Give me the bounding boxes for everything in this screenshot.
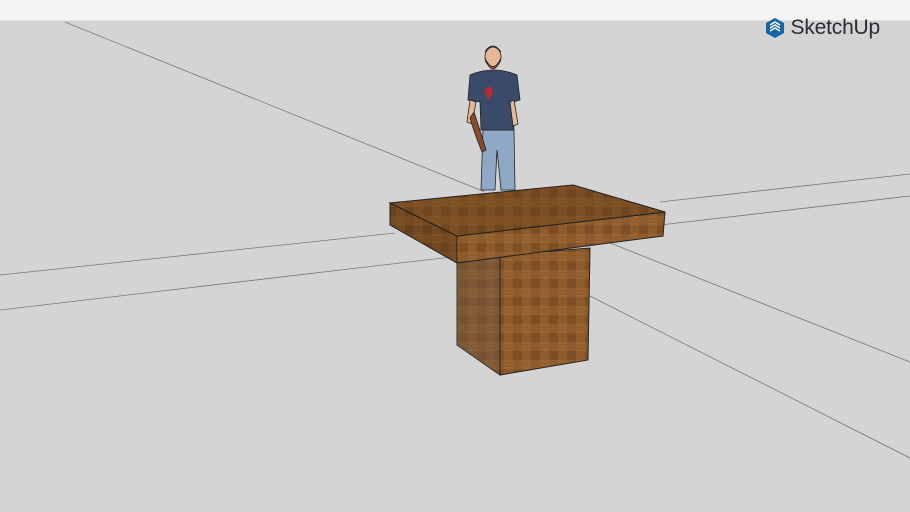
brand-name: SketchUp (790, 16, 881, 39)
sketchup-logo[interactable]: SketchUp (764, 16, 880, 40)
sketchup-logo-icon (765, 18, 784, 38)
3d-model-viewport[interactable] (0, 21, 910, 512)
table-model (388, 184, 666, 376)
human-figure (466, 45, 521, 191)
